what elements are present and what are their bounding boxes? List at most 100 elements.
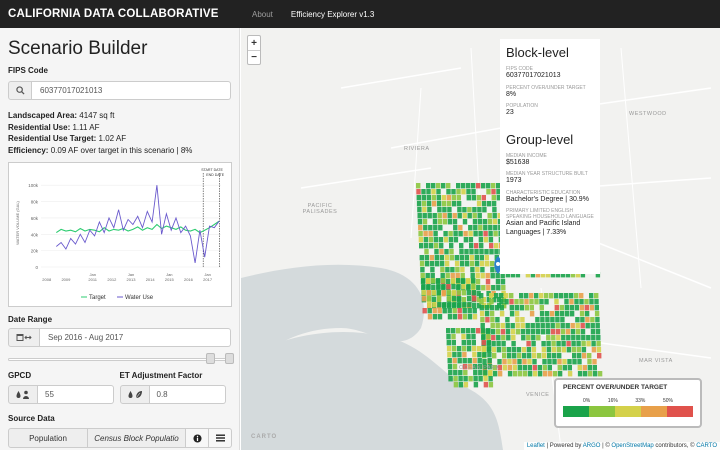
census-block[interactable] [417, 207, 422, 213]
census-block[interactable] [496, 347, 502, 353]
census-block[interactable] [416, 201, 422, 207]
census-block[interactable] [459, 243, 464, 249]
census-block[interactable] [586, 341, 591, 347]
census-block[interactable] [529, 305, 534, 311]
map[interactable]: RIVIERA PACIFIC PALISADES WESTWOOD VENIC… [241, 28, 720, 450]
census-block[interactable] [491, 341, 496, 347]
census-block[interactable] [512, 359, 517, 365]
census-block[interactable] [542, 365, 547, 371]
census-block[interactable] [540, 317, 545, 323]
census-block[interactable] [514, 311, 520, 317]
census-block[interactable] [467, 314, 473, 320]
census-block[interactable] [440, 273, 445, 279]
census-block[interactable] [431, 297, 437, 303]
census-block[interactable] [562, 365, 567, 371]
census-block[interactable] [471, 189, 476, 195]
census-block[interactable] [447, 207, 452, 213]
census-block[interactable] [466, 183, 471, 189]
census-block[interactable] [595, 317, 600, 323]
census-block[interactable] [482, 359, 487, 365]
census-block[interactable] [452, 308, 457, 314]
census-block[interactable] [487, 213, 492, 219]
census-block[interactable] [481, 201, 487, 207]
census-block[interactable] [589, 299, 594, 305]
census-block[interactable] [422, 213, 427, 219]
census-block[interactable] [577, 353, 582, 359]
census-block[interactable] [487, 219, 493, 225]
census-block[interactable] [574, 305, 579, 311]
census-block[interactable] [566, 341, 571, 347]
census-block[interactable] [449, 255, 454, 261]
census-block[interactable] [542, 353, 547, 359]
census-block[interactable] [481, 285, 486, 291]
census-block[interactable] [522, 365, 527, 371]
census-block[interactable] [419, 243, 424, 249]
census-block[interactable] [471, 278, 476, 284]
census-block[interactable] [557, 353, 562, 359]
census-block[interactable] [467, 213, 472, 219]
census-block[interactable] [462, 219, 468, 225]
census-block[interactable] [507, 365, 512, 371]
census-block[interactable] [586, 335, 591, 341]
census-block[interactable] [457, 358, 462, 364]
census-block[interactable] [494, 293, 499, 299]
census-block[interactable] [421, 296, 427, 302]
census-block[interactable] [452, 358, 457, 364]
census-block[interactable] [545, 317, 550, 323]
census-block[interactable] [451, 290, 456, 296]
census-block[interactable] [483, 231, 488, 237]
census-block[interactable] [590, 323, 595, 329]
census-block[interactable] [512, 365, 517, 371]
census-block[interactable] [421, 195, 426, 201]
census-block[interactable] [422, 207, 427, 213]
census-block[interactable] [597, 353, 602, 359]
census-block[interactable] [452, 314, 458, 320]
census-block[interactable] [481, 334, 486, 340]
census-block[interactable] [450, 273, 455, 279]
census-block[interactable] [442, 308, 447, 314]
census-block[interactable] [446, 346, 452, 352]
census-block[interactable] [432, 308, 437, 314]
census-block[interactable] [499, 293, 504, 299]
leaflet-link[interactable]: Leaflet [527, 443, 545, 449]
census-block[interactable] [423, 225, 428, 231]
census-block[interactable] [520, 323, 525, 329]
census-block[interactable] [434, 243, 439, 249]
census-block[interactable] [564, 299, 569, 305]
census-block[interactable] [439, 249, 444, 255]
census-block[interactable] [427, 302, 432, 308]
census-block[interactable] [516, 347, 522, 353]
census-block[interactable] [451, 328, 456, 334]
census-block[interactable] [489, 261, 495, 267]
census-block[interactable] [421, 278, 426, 284]
census-block[interactable] [448, 376, 453, 382]
census-block[interactable] [481, 328, 486, 334]
census-block[interactable] [526, 335, 531, 341]
census-block[interactable] [454, 261, 460, 267]
census-block[interactable] [428, 225, 433, 231]
census-block[interactable] [461, 278, 466, 284]
census-block[interactable] [561, 335, 566, 341]
census-block[interactable] [596, 341, 601, 347]
census-block[interactable] [499, 311, 505, 317]
census-block[interactable] [432, 314, 438, 320]
census-block[interactable] [469, 255, 474, 261]
census-block[interactable] [504, 299, 509, 305]
census-block[interactable] [552, 353, 557, 359]
census-block[interactable] [577, 371, 583, 377]
census-block[interactable] [446, 183, 451, 189]
census-block[interactable] [461, 328, 466, 334]
census-block[interactable] [429, 261, 435, 267]
census-block[interactable] [451, 346, 457, 352]
census-block[interactable] [594, 311, 600, 317]
census-block[interactable] [429, 243, 434, 249]
census-block[interactable] [551, 341, 556, 347]
census-block[interactable] [442, 302, 447, 308]
census-block[interactable] [477, 207, 482, 213]
census-block[interactable] [582, 353, 587, 359]
census-block[interactable] [436, 189, 441, 195]
census-block[interactable] [416, 189, 421, 195]
census-block[interactable] [551, 335, 556, 341]
census-block[interactable] [452, 352, 457, 358]
census-block[interactable] [490, 323, 495, 329]
